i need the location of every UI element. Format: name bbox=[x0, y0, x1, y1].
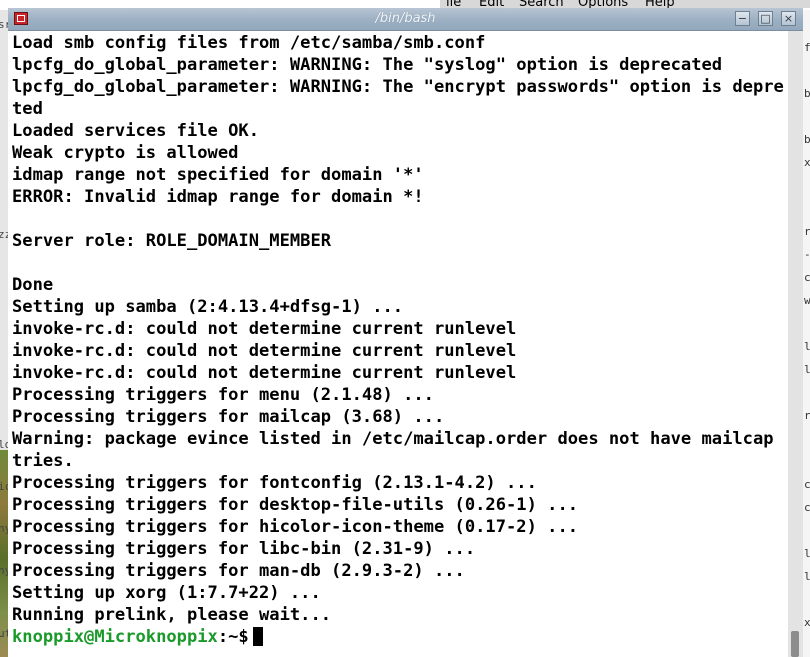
output-line: Weak crypto is allowed bbox=[12, 143, 239, 163]
output-line: Processing triggers for mailcap (3.68) .… bbox=[12, 407, 445, 427]
bg-right-text: c bbox=[804, 478, 810, 491]
output-line: lpcfg_do_global_parameter: WARNING: The … bbox=[12, 55, 723, 75]
output-line: invoke-rc.d: could not determine current… bbox=[12, 363, 517, 383]
output-line: Processing triggers for fontconfig (2.13… bbox=[12, 473, 537, 493]
maximize-icon: □ bbox=[760, 12, 771, 25]
bg-left-text: zz bbox=[0, 228, 8, 241]
bg-menu-options[interactable]: Options bbox=[578, 0, 628, 8]
bg-right-text: f bbox=[804, 41, 810, 54]
output-line: Running prelink, please wait... bbox=[12, 605, 332, 625]
output-line: Processing triggers for man-db (2.9.3-2)… bbox=[12, 561, 465, 581]
bg-left-text: ny bbox=[0, 564, 8, 577]
output-line: Done bbox=[12, 275, 54, 295]
bg-menu-help[interactable]: Help bbox=[645, 0, 675, 8]
window-title: /bin/bash bbox=[375, 11, 436, 26]
bg-right-text: c bbox=[804, 501, 810, 514]
output-line: Processing triggers for libc-bin (2.31-9… bbox=[12, 539, 476, 559]
background-right-edge: fbbxr-cwllrccllx bbox=[803, 10, 810, 657]
output-line: Processing triggers for desktop-file-uti… bbox=[12, 495, 579, 515]
bg-right-text: x bbox=[804, 156, 810, 169]
minimize-button[interactable]: − bbox=[735, 11, 750, 26]
bg-menu-file[interactable]: ile bbox=[446, 0, 461, 8]
bg-right-text: l bbox=[804, 570, 810, 583]
output-line: Setting up samba (2:4.13.4+dfsg-1) ... bbox=[12, 297, 404, 317]
output-line: idmap range not specified for domain '*' bbox=[12, 165, 424, 185]
bg-right-text: b bbox=[804, 87, 810, 100]
output-line: ERROR: Invalid idmap range for domain *! bbox=[12, 187, 424, 207]
output-line: Server role: ROLE_DOMAIN_MEMBER bbox=[12, 231, 332, 251]
terminal-window[interactable]: /bin/bash − □ × Load smb config files fr… bbox=[8, 8, 803, 657]
bg-right-text: l bbox=[804, 363, 810, 376]
output-line: Warning: package evince listed in /etc/m… bbox=[12, 429, 784, 449]
bg-left-text: lo bbox=[0, 438, 8, 451]
background-menubar: ile Edit Search Options Help bbox=[440, 0, 810, 8]
bg-right-text: r bbox=[804, 409, 810, 422]
close-button[interactable]: × bbox=[781, 11, 796, 26]
maximize-button[interactable]: □ bbox=[758, 11, 773, 26]
output-line: Processing triggers for menu (2.1.48) ..… bbox=[12, 385, 434, 405]
prompt-line[interactable]: knoppix@Microknoppix:~$ bbox=[12, 626, 784, 648]
output-line: Loaded services file OK. bbox=[12, 121, 259, 141]
title-bar[interactable]: /bin/bash − □ × bbox=[8, 8, 803, 31]
prompt-path: :~$ bbox=[217, 627, 249, 647]
bg-right-text: l bbox=[804, 340, 810, 353]
bg-right-text: - bbox=[804, 248, 810, 261]
output-line: invoke-rc.d: could not determine current… bbox=[12, 341, 517, 361]
bg-left-text: ut bbox=[0, 627, 8, 640]
output-line: Processing triggers for hicolor-icon-the… bbox=[12, 517, 579, 537]
minimize-icon: − bbox=[737, 12, 748, 25]
output-line: Load smb config files from /etc/samba/sm… bbox=[12, 33, 486, 53]
output-line: lpcfg_do_global_parameter: WARNING: The … bbox=[12, 77, 784, 97]
bg-menu-search[interactable]: Search bbox=[519, 0, 564, 8]
output-line: Setting up xorg (1:7.7+22) ... bbox=[12, 583, 321, 603]
bg-left-text: ic bbox=[0, 480, 8, 493]
bg-right-text: c bbox=[804, 271, 810, 284]
bg-menu-edit[interactable]: Edit bbox=[479, 0, 504, 8]
prompt-user-host: knoppix@Microknoppix bbox=[12, 627, 218, 647]
bg-right-text: r bbox=[804, 225, 810, 238]
bg-right-text: b bbox=[804, 133, 810, 146]
vertical-scrollbar[interactable] bbox=[788, 31, 803, 657]
bg-left-text: sr bbox=[0, 18, 8, 31]
bg-right-text: w bbox=[804, 294, 810, 307]
output-line: tries. bbox=[12, 451, 74, 471]
close-icon: × bbox=[783, 12, 794, 25]
bg-right-text: x bbox=[804, 616, 810, 629]
scrollbar-thumb[interactable] bbox=[791, 631, 799, 657]
output-line: invoke-rc.d: could not determine current… bbox=[12, 319, 517, 339]
text-cursor bbox=[252, 627, 263, 646]
background-left-edge: sr zz lo ic ny ny ut bbox=[0, 10, 8, 657]
bg-left-text: ny bbox=[0, 522, 8, 535]
bg-right-text: l bbox=[804, 547, 810, 560]
output-line: ted bbox=[12, 99, 43, 119]
terminal-output[interactable]: Load smb config files from /etc/samba/sm… bbox=[12, 32, 784, 657]
